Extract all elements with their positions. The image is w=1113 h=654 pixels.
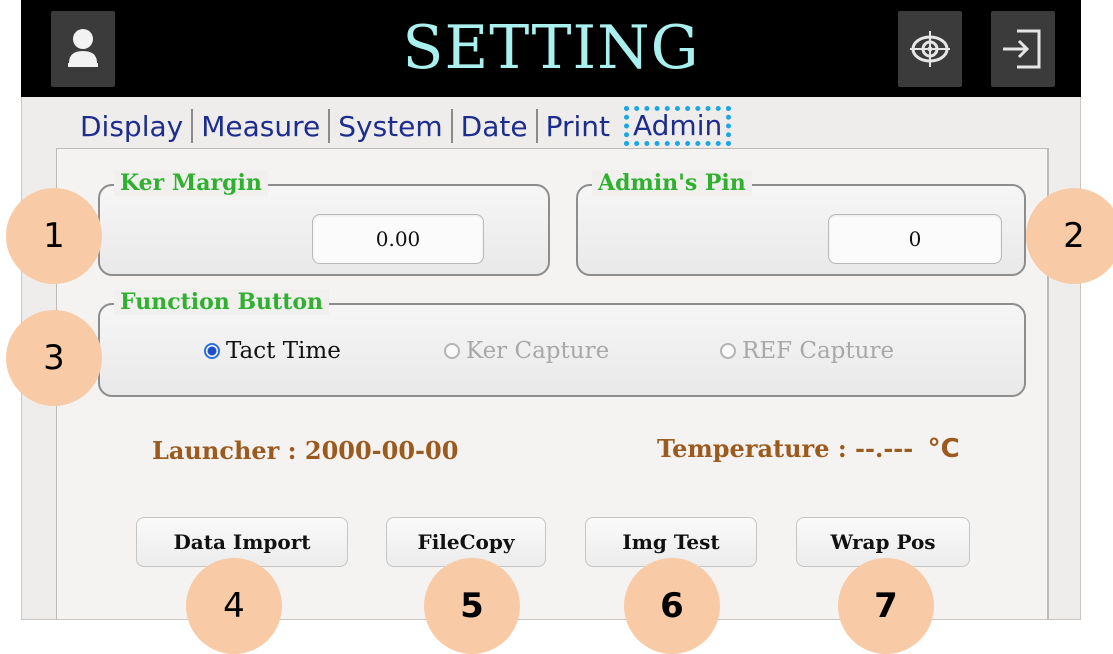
callout-1: 1 bbox=[6, 188, 102, 284]
temperature-text: Temperature : --.--- bbox=[657, 434, 914, 463]
callout-7: 7 bbox=[838, 558, 934, 654]
radio-unselected-icon bbox=[720, 343, 736, 359]
callout-5: 5 bbox=[424, 558, 520, 654]
launcher-text: Launcher : 2000-00-00 bbox=[152, 436, 459, 465]
exit-button[interactable] bbox=[991, 11, 1055, 87]
tab-print[interactable]: Print bbox=[538, 110, 618, 143]
radio-selected-icon bbox=[204, 343, 220, 359]
target-icon bbox=[910, 31, 950, 67]
callout-4: 4 bbox=[186, 558, 282, 654]
radio-ref-capture[interactable]: REF Capture bbox=[720, 338, 894, 364]
target-button[interactable] bbox=[898, 11, 962, 87]
radio-tact-time[interactable]: Tact Time bbox=[204, 338, 341, 364]
settings-tabs: Display Measure System Date Print Admin bbox=[72, 106, 732, 146]
callout-2: 2 bbox=[1026, 188, 1113, 284]
radio-unselected-icon bbox=[444, 343, 460, 359]
callout-3: 3 bbox=[6, 310, 102, 406]
radio-ker-capture-label: Ker Capture bbox=[466, 338, 610, 364]
radio-tact-time-label: Tact Time bbox=[226, 338, 341, 364]
exit-icon bbox=[1003, 29, 1041, 69]
temperature-unit: °C bbox=[927, 434, 960, 464]
tab-measure[interactable]: Measure bbox=[193, 110, 328, 143]
header-bar: SETTING bbox=[21, 0, 1081, 97]
ker-margin-group: Ker Margin 0.00 bbox=[98, 170, 550, 276]
tab-admin[interactable]: Admin bbox=[624, 106, 732, 146]
tab-system[interactable]: System bbox=[330, 110, 450, 143]
tab-date[interactable]: Date bbox=[453, 110, 536, 143]
radio-ker-capture[interactable]: Ker Capture bbox=[444, 338, 609, 364]
ker-margin-legend: Ker Margin bbox=[114, 170, 268, 196]
callout-6: 6 bbox=[624, 558, 720, 654]
admin-pin-group: Admin's Pin 0 bbox=[576, 170, 1026, 276]
admin-pin-legend: Admin's Pin bbox=[592, 170, 752, 196]
function-button-legend: Function Button bbox=[114, 289, 330, 315]
temperature-readout: Temperature : --.--- °C bbox=[657, 434, 960, 464]
radio-ref-capture-label: REF Capture bbox=[742, 338, 895, 364]
ker-margin-input[interactable]: 0.00 bbox=[312, 214, 484, 264]
tab-display[interactable]: Display bbox=[72, 110, 191, 143]
admin-pin-input[interactable]: 0 bbox=[828, 214, 1002, 264]
